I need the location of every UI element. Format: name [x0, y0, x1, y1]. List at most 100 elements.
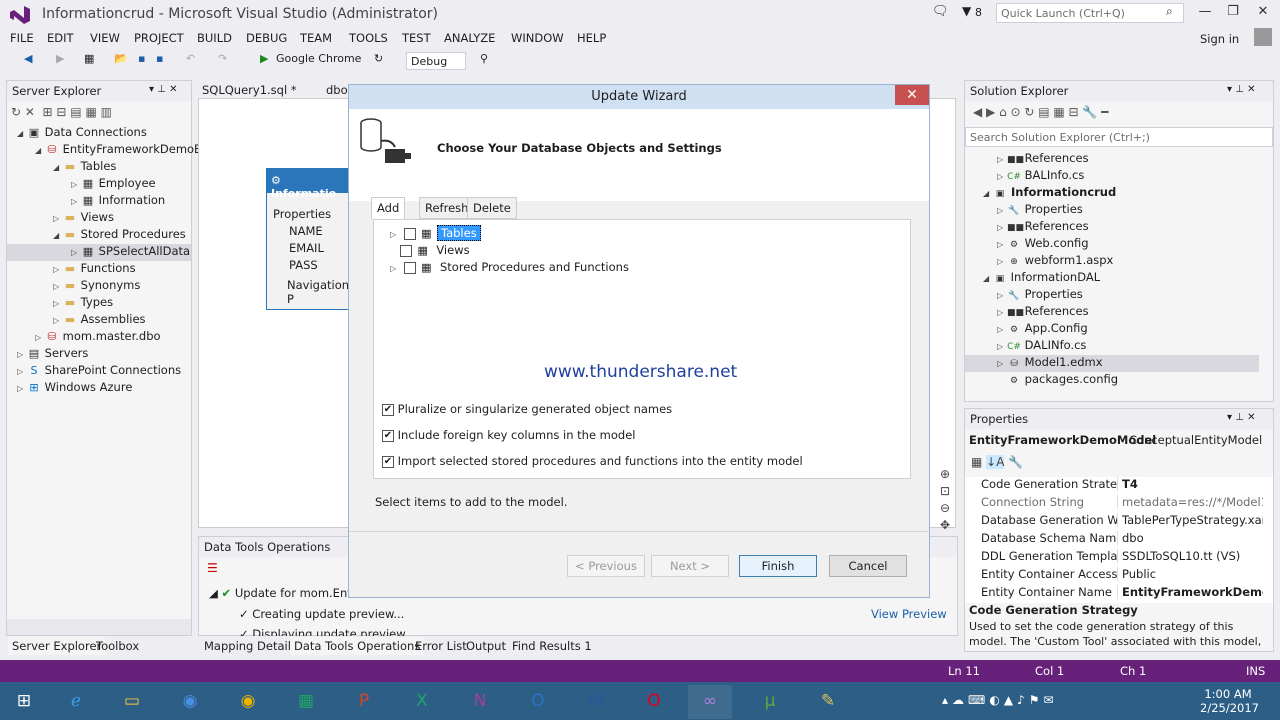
expand-icon[interactable]: ▷ [53, 282, 63, 291]
menu-window[interactable]: WINDOW [511, 31, 564, 45]
views-checkbox[interactable] [400, 244, 412, 257]
option-pluralize[interactable]: ✔ Pluralize or singularize generated obj… [382, 402, 672, 416]
filter-icon[interactable]: ▼ [962, 4, 971, 18]
property-pages-icon[interactable]: 🔧 [1008, 455, 1023, 469]
alphabetical-icon[interactable]: ↓A [986, 455, 1005, 469]
expand-icon[interactable]: ▷ [35, 333, 45, 342]
menu-edit[interactable]: EDIT [47, 31, 74, 45]
avatar[interactable] [1254, 28, 1272, 46]
quick-launch-input[interactable]: Quick Launch (Ctrl+Q) [996, 3, 1184, 23]
server-explorer-item[interactable]: ▷ ⊞ Windows Azure [7, 380, 191, 397]
notification-icon[interactable]: 🗨 [932, 4, 949, 19]
menu-help[interactable]: HELP [577, 31, 606, 45]
solution-item[interactable]: ▷ ⊕ webform1.aspx [965, 253, 1259, 270]
server-explorer-item[interactable]: ▷ ▬ Assemblies [7, 312, 191, 329]
forward-icon[interactable]: ▶ [56, 52, 64, 70]
solution-item[interactable]: ▷ ■■ References [965, 219, 1259, 236]
solution-item[interactable]: ▷ ⛁ Model1.edmx [965, 355, 1259, 372]
utorrent-icon[interactable]: µ [748, 685, 792, 719]
expand-icon[interactable]: ▷ [997, 291, 1007, 300]
property-value[interactable]: dbo [1117, 531, 1263, 545]
foreign-keys-checkbox[interactable]: ✔ [382, 429, 394, 442]
server-explorer-item[interactable]: ▷ ▦ Information [7, 193, 191, 210]
entity-field[interactable]: PASS [289, 257, 349, 274]
property-value[interactable]: EntityFrameworkDemoEnt [1117, 585, 1263, 599]
tab-mapping-details[interactable]: Mapping Details [200, 637, 301, 655]
minimize-icon[interactable]: — [1190, 4, 1220, 22]
expand-icon[interactable]: ▷ [53, 214, 63, 223]
collapse-icon[interactable]: ◢ [35, 146, 45, 155]
server-explorer-item[interactable]: ▷ ▤ Servers [7, 346, 191, 363]
expand-icon[interactable]: ▷ [17, 384, 27, 393]
expand-icon[interactable]: ▷ [53, 265, 63, 274]
tables-checkbox[interactable] [403, 227, 416, 240]
move-icon[interactable]: ✥ [940, 517, 950, 534]
start-icon[interactable]: ▶ [260, 52, 268, 70]
solution-item[interactable]: ▷ C# BALInfo.cs [965, 168, 1259, 185]
tab-output[interactable]: Output [462, 637, 510, 655]
expand-icon[interactable]: ▷ [997, 325, 1007, 334]
server-explorer-item[interactable]: ▷ ▬ Views [7, 210, 191, 227]
expand-icon[interactable]: ▷ [997, 223, 1007, 232]
onenote-icon[interactable]: N [458, 685, 502, 719]
tab-add[interactable]: Add [371, 197, 406, 219]
property-value[interactable]: Public [1117, 567, 1263, 581]
tab-delete[interactable]: Delete [467, 197, 517, 219]
expand-icon[interactable]: ▷ [390, 264, 400, 273]
zoom-out-icon[interactable]: ⊖ [940, 500, 950, 517]
tool-icon[interactable]: ✎ [806, 685, 850, 719]
tree-item-tables[interactable]: ▷ ▦ Tables [390, 225, 481, 242]
entity-field[interactable]: EMAIL [289, 240, 349, 257]
collapse-icon[interactable]: ◢ [53, 163, 63, 172]
solution-item[interactable]: ▷ ⚙ Web.config [965, 236, 1259, 253]
expand-icon[interactable]: ▷ [997, 206, 1007, 215]
browser-selector[interactable]: Google Chrome [276, 52, 361, 70]
menu-file[interactable]: FILE [10, 31, 34, 45]
horizontal-scrollbar[interactable] [7, 619, 191, 635]
solution-item[interactable]: ▷ ⚙ App.Config [965, 321, 1259, 338]
server-explorer-item[interactable]: ◢ ▬ Tables [7, 159, 191, 176]
option-foreign-keys[interactable]: ✔ Include foreign key columns in the mod… [382, 428, 636, 442]
redo-icon[interactable]: ↷ [218, 52, 227, 70]
collapse-icon[interactable]: ◢ [983, 189, 993, 198]
undo-icon[interactable]: ↶ [186, 52, 195, 70]
menu-tools[interactable]: TOOLS [349, 31, 388, 45]
solution-item[interactable]: ▷ ■■ References [965, 304, 1259, 321]
property-row[interactable]: DDL Generation Template SSDLToSQL10.tt (V… [965, 549, 1265, 567]
refresh-icon[interactable]: ↻ [374, 52, 383, 70]
menu-test[interactable]: TEST [402, 31, 431, 45]
system-tray-icons[interactable]: ▴☁⌨◐▲♪⚑✉ [942, 693, 1058, 707]
tab-data-tools-operations[interactable]: Data Tools Operations [290, 637, 425, 655]
next-button[interactable]: Next > [651, 555, 729, 577]
chrome-canary-icon[interactable]: ◉ [168, 685, 212, 719]
solution-item[interactable]: ▷ C# DALINfo.cs [965, 338, 1259, 355]
collapse-icon[interactable]: ◢ [17, 129, 27, 138]
file-explorer-icon[interactable]: ▭ [110, 685, 154, 719]
tree-item-views[interactable]: ▦ Views [400, 243, 473, 259]
option-import-procedures[interactable]: ✔ Import selected stored procedures and … [382, 454, 803, 468]
expand-icon[interactable]: ▷ [71, 180, 81, 189]
expand-icon[interactable]: ▷ [997, 240, 1007, 249]
property-value[interactable]: SSDLToSQL10.tt (VS) [1117, 549, 1263, 563]
expand-icon[interactable]: ▷ [17, 350, 27, 359]
zoom-in-icon[interactable]: ⊕ [940, 466, 950, 483]
solution-item[interactable]: ◢ ▣ InformationDAL [965, 270, 1259, 287]
visual-studio-taskbar-icon[interactable]: ∞ [688, 685, 732, 719]
project-icon[interactable]: ▦ [284, 685, 328, 719]
start-icon[interactable]: ⊞ [2, 685, 46, 719]
property-value[interactable]: TablePerTypeStrategy.xaml ( [1117, 513, 1263, 527]
excel-icon[interactable]: X [400, 685, 444, 719]
expand-icon[interactable]: ▷ [17, 367, 27, 376]
server-explorer-item[interactable]: ◢ ▬ Stored Procedures [7, 227, 191, 244]
property-row[interactable]: Database Schema Name dbo [965, 531, 1265, 549]
server-explorer-item[interactable]: ▷ ▦ Employee [7, 176, 191, 193]
clock[interactable]: 1:00 AM 2/25/2017 [1200, 687, 1259, 715]
menu-build[interactable]: BUILD [197, 31, 232, 45]
save-all-icon[interactable]: ▪ [156, 52, 163, 70]
opera-icon[interactable]: O [632, 685, 676, 719]
finish-button[interactable]: Finish [739, 555, 817, 577]
entity-field[interactable]: NAME [289, 223, 349, 240]
server-explorer-item[interactable]: ▷ ▬ Synonyms [7, 278, 191, 295]
open-icon[interactable]: 📂 [114, 52, 128, 70]
expand-icon[interactable]: ▷ [53, 316, 63, 325]
